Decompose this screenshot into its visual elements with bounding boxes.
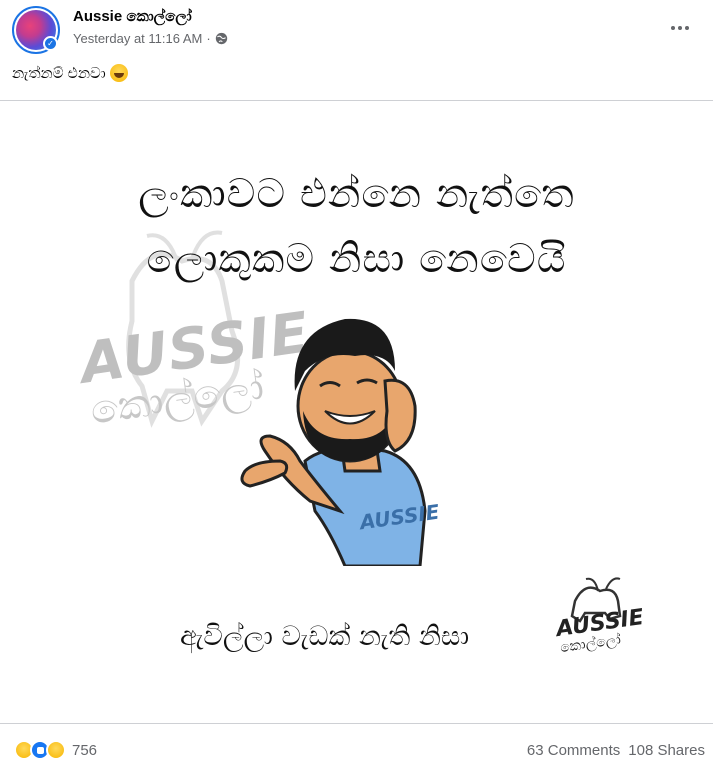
post-caption: නැත්නම් එනවා [12,64,128,82]
post-header: ✓ Aussie කොල්ලෝ Yesterday at 11:16 AM · [12,6,702,54]
globe-icon[interactable] [215,32,228,45]
laughing-man-illustration: AUSSIE [240,318,441,566]
engagement-counts: 63 Comments 108 Shares [527,742,705,759]
meme-line-2: ලොකුකම නිසා නෙවෙයි [146,236,567,282]
reaction-summary[interactable]: 756 [14,740,97,760]
facebook-post: ✓ Aussie කොල්ලෝ Yesterday at 11:16 AM · … [0,0,713,772]
more-options-icon[interactable] [666,14,694,42]
meme-line-3: ඇවිල්ලා වැඩක් නැති නිසා [180,621,470,652]
post-image[interactable]: AUSSIE කොල්ලෝ ලංකාවට එන්නෙ නැත්තෙ ලොකුකම… [0,101,713,723]
laughing-emoji-icon [109,64,128,82]
caption-text: නැත්නම් එනවා [12,64,106,82]
meta-separator: · [206,31,211,46]
sad-reaction-icon [46,740,66,760]
divider [0,723,713,724]
post-timestamp[interactable]: Yesterday at 11:16 AM [73,31,202,46]
post-meta: Yesterday at 11:16 AM · [73,31,228,46]
meme-line-1: ලංකාවට එන්නෙ නැත්තෙ [138,171,575,217]
comments-count-link[interactable]: 63 Comments [527,742,620,759]
verified-badge-icon: ✓ [43,36,58,51]
shares-count-link[interactable]: 108 Shares [628,742,705,759]
page-name-link[interactable]: Aussie කොල්ලෝ [73,8,192,25]
reaction-count[interactable]: 756 [72,742,97,759]
